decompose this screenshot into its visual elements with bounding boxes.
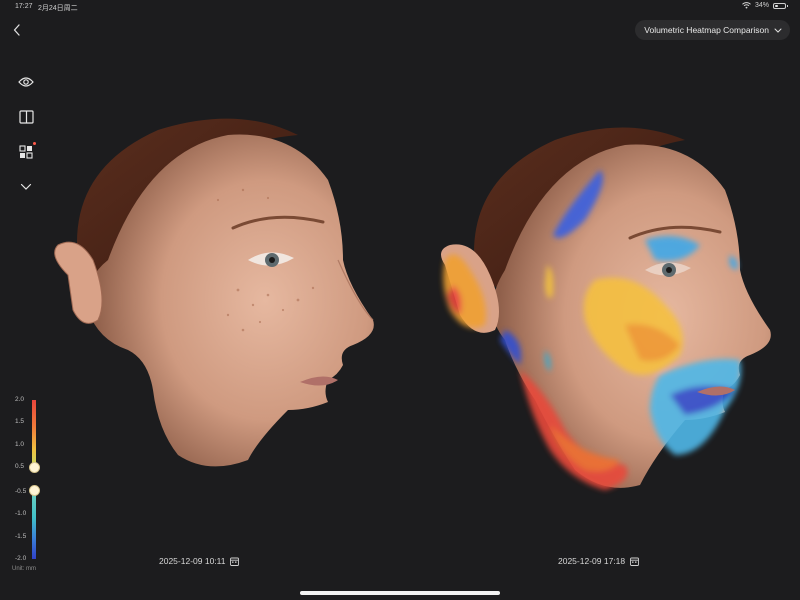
tick-label: 1.0 — [15, 441, 25, 448]
battery-icon — [773, 2, 788, 9]
status-time: 17:27 — [15, 3, 33, 10]
tick-label: -1.0 — [15, 510, 27, 517]
baseline-face-view[interactable] — [38, 110, 388, 480]
tick-label: -1.5 — [15, 533, 27, 540]
tick-label: 2.0 — [15, 396, 25, 403]
battery-percent: 34% — [754, 2, 769, 9]
mode-dropdown-label: Volumetric Heatmap Comparison — [644, 25, 769, 35]
status-date: 2月24日周二 — [38, 5, 78, 12]
positive-color-bar — [32, 400, 36, 466]
wifi-icon — [742, 2, 751, 9]
split-view-button[interactable] — [16, 107, 36, 127]
calendar-icon — [630, 557, 640, 566]
comparison-face-model — [441, 127, 771, 490]
home-indicator[interactable] — [300, 591, 500, 595]
notification-dot — [33, 142, 36, 145]
baseline-face-model — [54, 118, 374, 467]
grid-icon — [19, 145, 33, 159]
calendar-icon — [230, 557, 240, 566]
chevron-left-icon — [13, 24, 20, 36]
baseline-date: 2025-12-09 10:11 — [159, 556, 226, 566]
status-right: 34% — [742, 2, 788, 9]
tick-label: -0.5 — [15, 488, 27, 495]
negative-color-bar — [32, 490, 36, 559]
lower-threshold-handle[interactable] — [29, 485, 40, 496]
eye-icon — [18, 77, 34, 87]
battery-tip — [786, 5, 788, 7]
expand-toolbar-button[interactable] — [16, 177, 36, 197]
tick-label: -2.0 — [15, 555, 27, 562]
tick-label: 0.5 — [15, 463, 25, 470]
baseline-date-selector[interactable]: 2025-12-09 10:11 — [159, 556, 240, 566]
unit-label: Unit: mm — [12, 566, 36, 572]
status-bar: 17:27 2月24日周二 34% — [0, 0, 800, 14]
battery-fill — [775, 4, 778, 7]
grid-button[interactable] — [16, 142, 36, 162]
comparison-date-selector[interactable]: 2025-12-09 17:18 — [558, 556, 640, 566]
back-button[interactable] — [8, 21, 26, 39]
chevron-down-icon — [20, 183, 32, 190]
visibility-button[interactable] — [16, 72, 36, 92]
split-view-icon — [18, 110, 34, 124]
comparison-date: 2025-12-09 17:18 — [558, 556, 626, 566]
tick-label: 1.5 — [15, 418, 25, 425]
comparison-face-view[interactable] — [435, 110, 785, 500]
chevron-down-icon — [774, 28, 782, 33]
mode-dropdown[interactable]: Volumetric Heatmap Comparison — [635, 20, 790, 40]
